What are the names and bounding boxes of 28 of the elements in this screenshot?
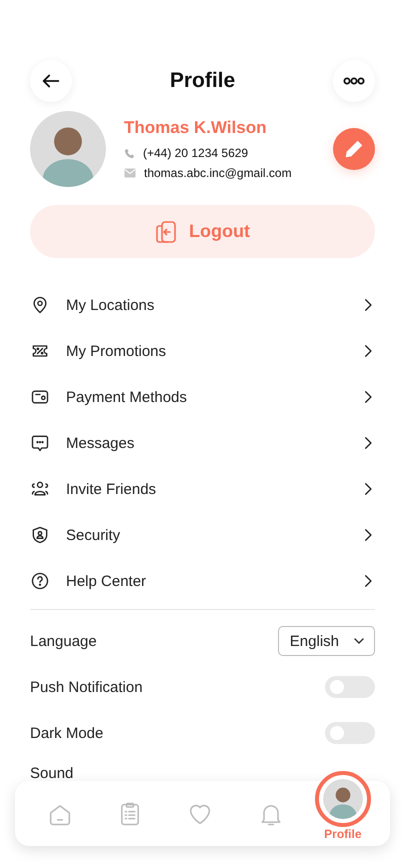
avatar — [322, 778, 363, 818]
shield-icon — [30, 525, 50, 545]
chevron-down-icon — [353, 637, 365, 645]
back-button[interactable] — [30, 60, 72, 102]
menu-item[interactable]: My Promotions — [30, 328, 375, 374]
chat-bubble-icon — [30, 433, 50, 453]
menu-item[interactable]: Security — [30, 512, 375, 558]
menu-item[interactable]: Payment Methods — [30, 374, 375, 420]
setting-label: Language — [30, 632, 97, 650]
menu-item[interactable]: Messages — [30, 420, 375, 466]
logout-icon — [155, 220, 177, 244]
page-title: Profile — [170, 69, 236, 93]
edit-button[interactable] — [333, 128, 375, 170]
pencil-icon — [343, 138, 365, 160]
help-icon — [30, 571, 50, 591]
more-icon — [342, 77, 365, 85]
mail-icon — [124, 168, 136, 178]
user-name: Thomas K.Wilson — [124, 118, 268, 138]
menu-item[interactable]: Help Center — [30, 558, 375, 604]
setting-label: Sound — [30, 764, 74, 782]
menu-item[interactable]: Invite Friends — [30, 466, 375, 512]
phone-icon — [124, 148, 135, 158]
setting-label: Push Notification — [30, 678, 143, 696]
email-address: thomas.abc.inc@gmail.com — [144, 166, 292, 180]
language-dropdown[interactable]: English — [278, 626, 375, 656]
setting-label: Dark Mode — [30, 724, 104, 742]
phone-number: (+44) 20 1234 5629 — [143, 146, 248, 160]
menu-item[interactable]: My Locations — [30, 282, 375, 328]
